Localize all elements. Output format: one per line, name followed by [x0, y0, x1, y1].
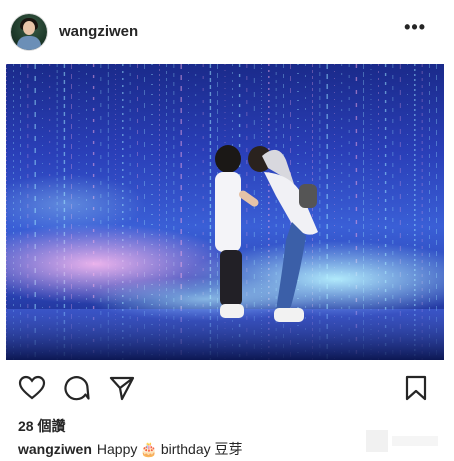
bookmark-icon[interactable]: [402, 374, 430, 402]
share-icon[interactable]: [108, 374, 136, 402]
post-username[interactable]: wangziwen: [59, 23, 138, 40]
post-header: wangziwen •••: [0, 0, 454, 62]
watermark-logo: [366, 430, 438, 452]
post-photo[interactable]: [6, 64, 444, 360]
more-horizontal-icon[interactable]: •••: [404, 17, 426, 38]
photo-illustration: [6, 64, 444, 360]
caption-text-before: Happy: [96, 441, 138, 457]
cake-emoji: 🎂: [140, 441, 158, 457]
post-actions: [0, 370, 454, 406]
caption-text-after: birthday 豆芽: [160, 441, 243, 457]
heart-icon[interactable]: [18, 374, 46, 402]
avatar[interactable]: [11, 14, 47, 50]
comment-icon[interactable]: [63, 374, 91, 402]
post-caption: wangziwen Happy 🎂 birthday 豆芽: [18, 439, 243, 459]
likes-count[interactable]: 28 個讚: [18, 416, 65, 436]
caption-username[interactable]: wangziwen: [18, 441, 92, 457]
